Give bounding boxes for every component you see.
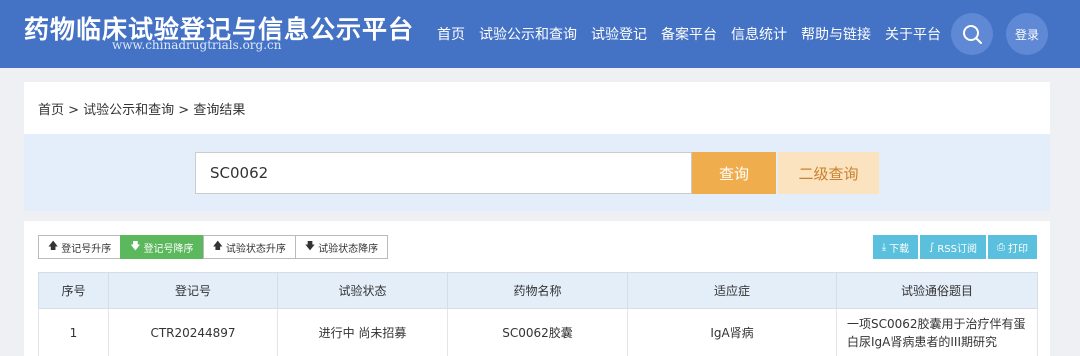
arrow-up-icon: 🡅 bbox=[212, 240, 223, 252]
header-index: 序号 bbox=[38, 272, 109, 309]
nav-item-filing-platform[interactable]: 备案平台 bbox=[661, 24, 717, 44]
arrow-up-icon: 🡅 bbox=[48, 240, 59, 252]
cell-title[interactable]: 一项SC0062胶囊用于治疗伴有蛋白尿IgA肾病患者的III期研究 bbox=[836, 308, 1038, 356]
nav-item-about[interactable]: 关于平台 bbox=[885, 24, 941, 44]
header-title: 试验通俗题目 bbox=[836, 272, 1038, 309]
results-table: 序号 登记号 试验状态 药物名称 适应症 试验通俗题目 1 CTR2024489… bbox=[38, 272, 1038, 356]
print-button[interactable]: ⎙ 打印 bbox=[988, 235, 1037, 259]
rss-icon: ∫ bbox=[929, 241, 935, 253]
cell-status: 进行中 尚未招募 bbox=[277, 308, 448, 356]
cell-index: 1 bbox=[38, 308, 109, 356]
nav-item-trial-query[interactable]: 试验公示和查询 bbox=[479, 24, 577, 44]
sort-status-asc-button[interactable]: 🡅 试验状态升序 bbox=[202, 235, 296, 259]
query-button[interactable]: 查询 bbox=[692, 152, 776, 194]
main-nav: 首页 试验公示和查询 试验登记 备案平台 信息统计 帮助与链接 关于平台 bbox=[437, 0, 955, 68]
print-label: 打印 bbox=[1008, 243, 1028, 255]
login-button[interactable]: 登录 bbox=[1006, 13, 1048, 55]
sort-regno-asc-label: 登记号升序 bbox=[61, 243, 112, 255]
site-url: www.chinadrugtrials.org.cn bbox=[112, 38, 282, 52]
download-button[interactable]: ⤓ 下载 bbox=[872, 235, 919, 259]
sort-regno-desc-label: 登记号降序 bbox=[143, 243, 194, 255]
nav-item-home[interactable]: 首页 bbox=[437, 24, 465, 44]
download-icon: ⤓ bbox=[881, 241, 887, 253]
search-icon bbox=[963, 25, 982, 44]
header-indication: 适应症 bbox=[627, 272, 837, 309]
nav-item-help-links[interactable]: 帮助与链接 bbox=[801, 24, 871, 44]
print-icon: ⎙ bbox=[997, 241, 1005, 253]
cell-indication: IgA肾病 bbox=[627, 308, 837, 356]
sort-button-group: 🡅 登记号升序 🡇 登记号降序 🡅 试验状态升序 🡇 试验状态降序 bbox=[38, 235, 389, 259]
advanced-query-button[interactable]: 二级查询 bbox=[778, 152, 879, 194]
cell-drug-name: SC0062胶囊 bbox=[447, 308, 628, 356]
table-header-row: 序号 登记号 试验状态 药物名称 适应症 试验通俗题目 bbox=[38, 272, 1038, 309]
sort-regno-asc-button[interactable]: 🡅 登记号升序 bbox=[38, 235, 122, 259]
table-row[interactable]: 1 CTR20244897 进行中 尚未招募 SC0062胶囊 IgA肾病 一项… bbox=[38, 308, 1038, 356]
header-drug-name: 药物名称 bbox=[447, 272, 628, 309]
header-search-button[interactable] bbox=[951, 13, 993, 55]
download-label: 下载 bbox=[889, 243, 910, 255]
action-button-group: ⤓ 下载 ∫ RSS订阅 ⎙ 打印 bbox=[871, 235, 1037, 259]
sort-regno-desc-button[interactable]: 🡇 登记号降序 bbox=[120, 235, 204, 259]
cell-reg-no[interactable]: CTR20244897 bbox=[108, 308, 278, 356]
search-input[interactable] bbox=[195, 152, 692, 194]
breadcrumb: 首页 > 试验公示和查询 > 查询结果 bbox=[38, 103, 246, 118]
rss-subscribe-button[interactable]: ∫ RSS订阅 bbox=[920, 235, 986, 259]
breadcrumb-panel: 首页 > 试验公示和查询 > 查询结果 bbox=[24, 82, 1050, 134]
sort-status-desc-label: 试验状态降序 bbox=[318, 243, 379, 255]
nav-item-statistics[interactable]: 信息统计 bbox=[731, 24, 787, 44]
sort-status-desc-button[interactable]: 🡇 试验状态降序 bbox=[294, 235, 389, 259]
arrow-down-icon: 🡇 bbox=[130, 240, 141, 252]
rss-label: RSS订阅 bbox=[937, 243, 977, 255]
results-panel: 🡅 登记号升序 🡇 登记号降序 🡅 试验状态升序 🡇 试验状态降序 ⤓ 下载 ∫… bbox=[24, 221, 1050, 356]
header-status: 试验状态 bbox=[277, 272, 448, 309]
top-header: 药物临床试验登记与信息公示平台 www.chinadrugtrials.org.… bbox=[0, 0, 1080, 68]
sort-status-asc-label: 试验状态升序 bbox=[225, 243, 286, 255]
arrow-down-icon: 🡇 bbox=[304, 240, 316, 252]
header-reg-no: 登记号 bbox=[108, 272, 278, 309]
nav-item-trial-register[interactable]: 试验登记 bbox=[591, 24, 647, 44]
search-band: 查询 二级查询 bbox=[24, 134, 1050, 211]
